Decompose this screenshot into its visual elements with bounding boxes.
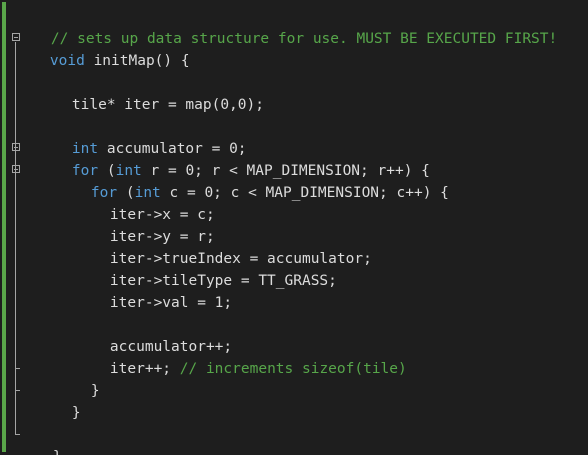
code-text: iter->val = 1; [109,295,233,311]
collapse-minus-icon[interactable] [12,143,20,151]
code-line-12: iter->tileType = TT_GRASS; [75,248,337,289]
code-text: } [71,405,81,421]
code-line-18: } [37,380,81,421]
code-line-11: iter->trueIndex = accumulator; [75,226,372,267]
fold-guide-end [15,390,20,391]
code-line-13: iter->val = 1; [75,270,232,311]
code-line-16: iter++; // increments sizeof(tile) [75,336,407,377]
code-line-8: for (int c = 0; c < MAP_DIMENSION; c++) … [56,160,449,201]
code-line-17: } [56,358,100,399]
code-line-10: iter->y = r; [75,204,215,245]
code-line-20: } [18,424,62,455]
collapse-minus-icon[interactable] [12,165,20,173]
code-text: initMap() { [84,53,190,69]
code-text: } [53,449,62,455]
code-line-7: for (int r = 0; r < MAP_DIMENSION; r++) … [37,138,430,179]
code-line-2: void initMap() { [15,28,190,69]
code-editor[interactable]: // sets up data structure for use. MUST … [0,0,588,455]
code-line-6: int accumulator = 0; [37,116,247,157]
comment-text: // increments sizeof(tile) [179,361,407,377]
code-text: } [90,383,100,399]
code-text: iter++; [109,361,180,377]
keyword-text: void [49,53,85,69]
code-text: tile* iter = map(0,0); [71,97,264,113]
code-line-15: accumulator++; [75,314,232,355]
code-line-9: iter->x = c; [75,182,215,223]
code-line-1: // sets up data structure for use. MUST … [16,6,557,47]
fold-guide-line [15,174,16,368]
code-line-4: tile* iter = map(0,0); [37,72,264,113]
fold-guide-end [15,368,20,369]
